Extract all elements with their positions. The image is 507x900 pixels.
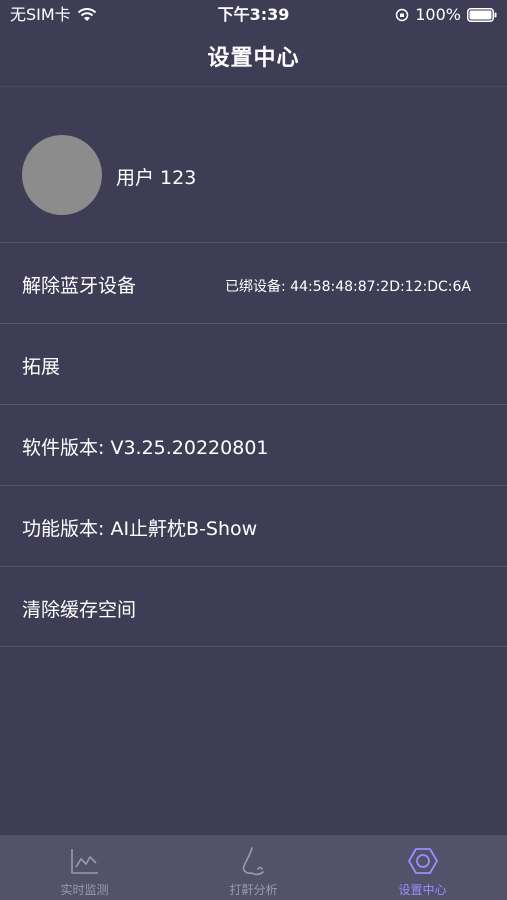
- profile-name: 用户 123: [116, 167, 197, 189]
- profile-row[interactable]: 用户 123: [0, 87, 507, 242]
- battery-percent: 100%: [415, 5, 461, 24]
- clear-cache-label: 清除缓存空间: [22, 599, 137, 621]
- unbind-bluetooth-row[interactable]: 解除蓝牙设备 已绑设备: 44:58:48:87:2D:12:DC:6A: [0, 242, 507, 322]
- orientation-lock-icon: [396, 8, 409, 22]
- tab-settings[interactable]: 设置中心: [338, 835, 507, 900]
- function-version-label: 功能版本: AI止鼾枕B-Show: [22, 518, 258, 540]
- status-right: 100%: [395, 0, 497, 30]
- tab-realtime-monitor[interactable]: 实时监测: [0, 835, 169, 900]
- tab-snore-analysis[interactable]: 打鼾分析: [169, 835, 338, 900]
- battery-icon: [467, 8, 497, 22]
- unbind-bluetooth-label: 解除蓝牙设备: [22, 275, 137, 297]
- chart-line-icon: [70, 849, 98, 874]
- tab-label: 打鼾分析: [229, 883, 278, 897]
- tab-bar: 实时监测 打鼾分析 设置中心: [0, 835, 507, 900]
- bound-device-value: 已绑设备: 44:58:48:87:2D:12:DC:6A: [225, 279, 471, 295]
- hexagon-settings-icon: [407, 848, 438, 874]
- nose-icon: [242, 847, 264, 876]
- clear-cache-row[interactable]: 清除缓存空间: [0, 566, 507, 646]
- function-version-row: 功能版本: AI止鼾枕B-Show: [0, 485, 507, 565]
- extension-row[interactable]: 拓展: [0, 323, 507, 403]
- software-version-label: 软件版本: V3.25.20220801: [22, 437, 269, 459]
- tab-label: 实时监测: [60, 883, 109, 897]
- list-bottom-divider: [0, 646, 507, 647]
- software-version-row: 软件版本: V3.25.20220801: [0, 404, 507, 484]
- page-title: 设置中心: [207, 46, 300, 71]
- status-bar: 无SIM卡 下午3:39 100%: [0, 0, 507, 30]
- extension-label: 拓展: [22, 356, 61, 378]
- tab-label: 设置中心: [398, 883, 447, 897]
- avatar[interactable]: [22, 135, 102, 215]
